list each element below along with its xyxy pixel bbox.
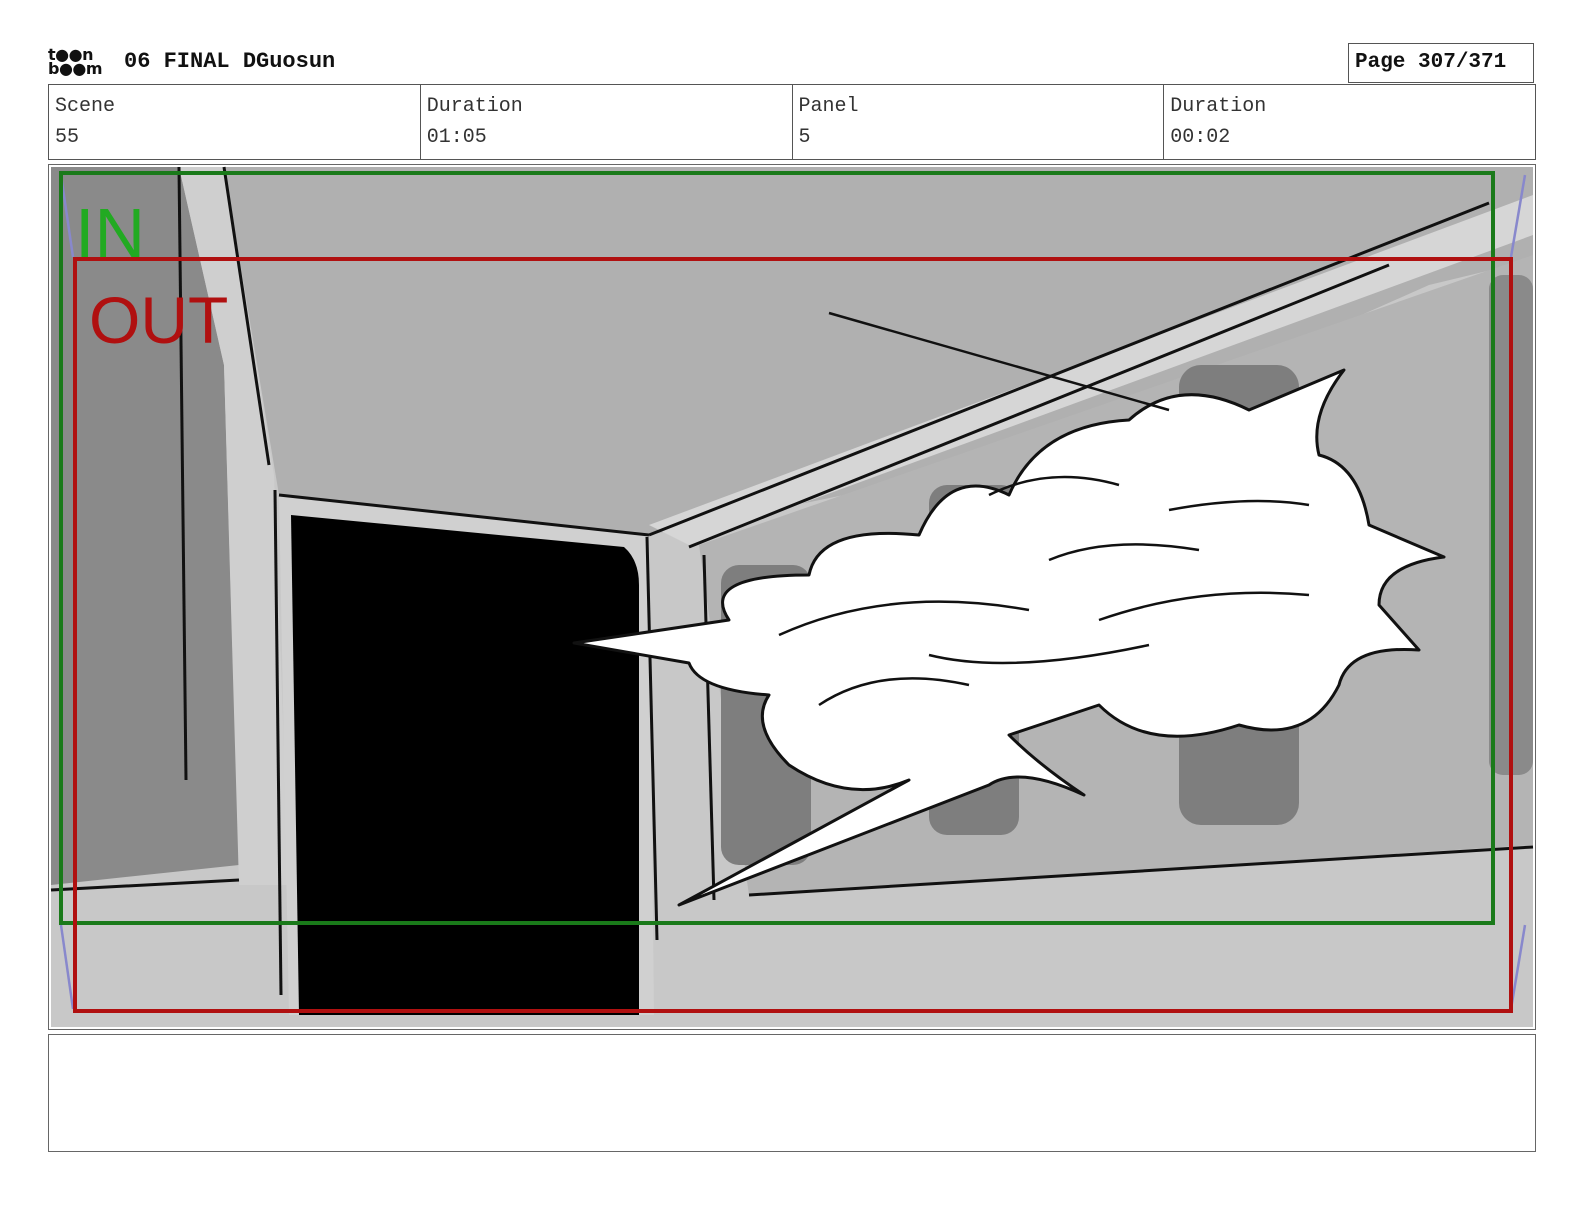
scene-label: Scene	[55, 95, 116, 118]
scene-info-row: Scene 55 Duration 01:05 Panel 5 Duration…	[48, 84, 1536, 160]
doorway-opening	[291, 515, 639, 1015]
notes-box	[48, 1034, 1536, 1152]
logo-bottom-text: b●●m	[48, 59, 103, 78]
panel-value: 5	[798, 126, 811, 149]
page-indicator: Page 307/371	[1348, 43, 1534, 83]
panel-duration-cell: Duration 00:02	[1164, 85, 1535, 159]
scene-duration-cell: Duration 01:05	[421, 85, 793, 159]
document-title: 06 FINAL DGuosun	[124, 49, 336, 74]
panel-duration-value: 00:02	[1170, 126, 1231, 149]
storyboard-panel: IN OUT	[48, 164, 1536, 1030]
scene-cell: Scene 55	[49, 85, 421, 159]
scene-duration-value: 01:05	[426, 126, 487, 149]
scene-duration-label: Duration	[426, 95, 523, 118]
storyboard-drawing: IN OUT	[50, 166, 1534, 1027]
out-label: OUT	[89, 283, 228, 357]
toonboom-logo: t●●n b●●m	[48, 47, 106, 80]
panel-label: Panel	[798, 95, 859, 118]
scene-value: 55	[55, 126, 80, 149]
panel-cell: Panel 5	[793, 85, 1165, 159]
in-label: IN	[75, 194, 145, 272]
panel-duration-label: Duration	[1170, 95, 1267, 118]
